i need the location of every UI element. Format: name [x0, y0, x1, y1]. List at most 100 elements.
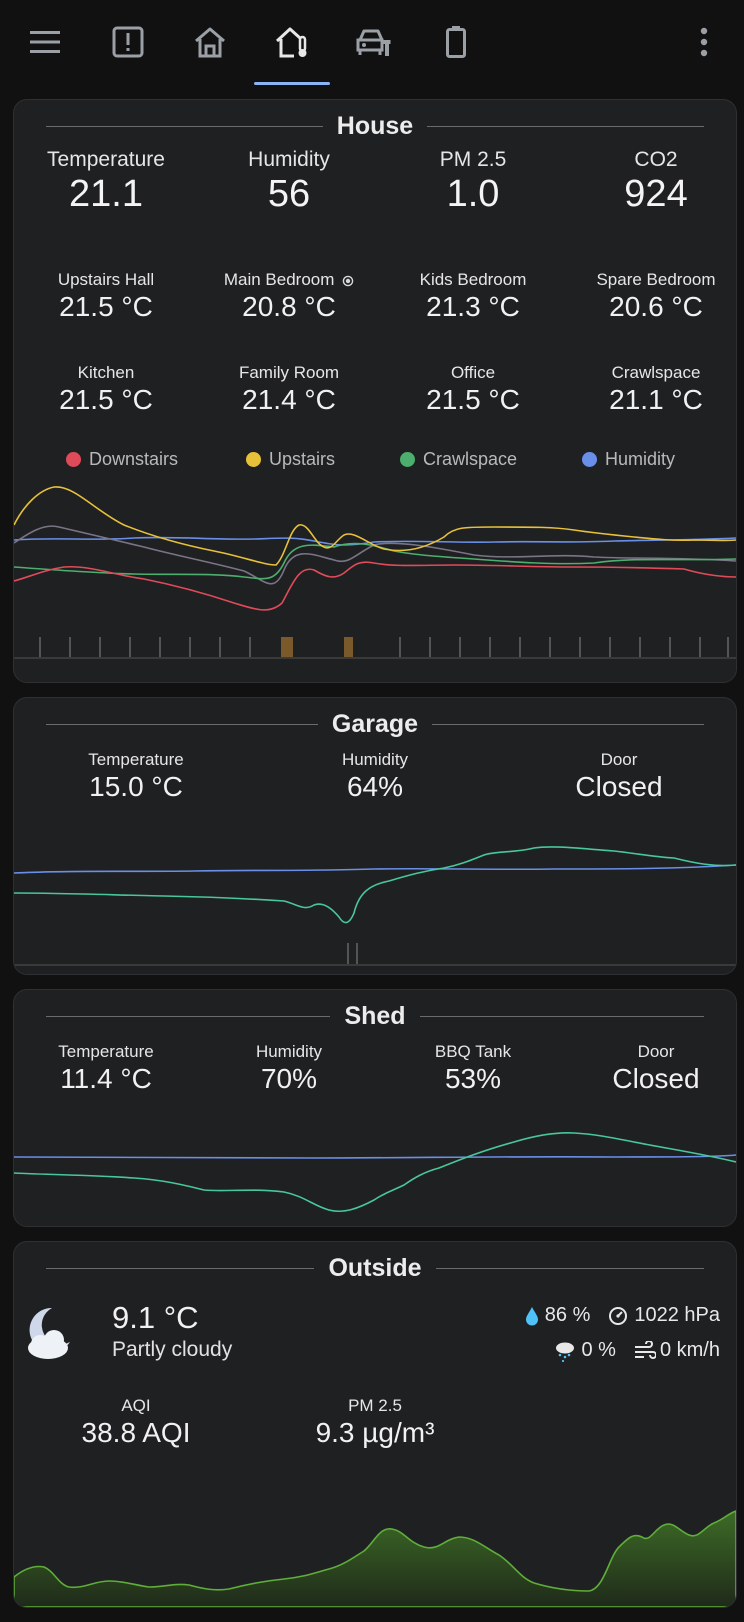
outside-pm25-graph[interactable] [14, 1507, 736, 1607]
weather-attributes-row-1: 86 % 1022 hPa [525, 1304, 720, 1327]
room-temperature: 20.8 °C [242, 291, 336, 322]
legend-label: Humidity [605, 449, 676, 469]
room-temperature: 21.3 °C [426, 291, 520, 322]
menu-icon [30, 31, 60, 53]
room-label: Kids Bedroom [419, 270, 527, 289]
stat-label: CO2 [634, 148, 678, 171]
event-block [344, 637, 353, 659]
garage-history-graph[interactable] [14, 843, 736, 974]
outside-temperature: 9.1 °C [112, 1300, 199, 1335]
stat-value: 70% [260, 1063, 318, 1094]
divider [432, 723, 705, 725]
stat-label: Humidity [341, 750, 409, 769]
garage-door-stat[interactable]: Door Closed [529, 750, 709, 804]
outside-card: Outside 9.1 °C Partly cloudy 86 % 1022 h… [13, 1241, 737, 1608]
tab-alerts[interactable] [100, 16, 156, 68]
room-temperature: 21.5 °C [59, 384, 153, 415]
active-tab-indicator [254, 82, 330, 85]
house-card-header: House [14, 106, 736, 146]
room-temperature: 20.6 °C [609, 291, 703, 322]
shed-card-header: Shed [14, 996, 736, 1036]
tab-home[interactable] [182, 16, 238, 68]
house-card: House Temperature 21.1 Humidity 56 PM 2.… [13, 99, 737, 683]
legend-downstairs[interactable]: Downstairs [66, 449, 178, 470]
room-temperature: 21.1 °C [609, 384, 703, 415]
garage-card-header: Garage [14, 704, 736, 744]
room-label: Kitchen [77, 363, 135, 382]
legend-crawlspace[interactable]: Crawlspace [400, 449, 517, 470]
shed-history-graph[interactable] [14, 1130, 736, 1226]
tab-batteries[interactable] [428, 16, 484, 68]
rain-cloud-icon [555, 1342, 574, 1362]
divider [46, 723, 318, 725]
stat-label: AQI [121, 1396, 151, 1415]
shed-door-stat[interactable]: Door Closed [571, 1042, 736, 1096]
menu-button[interactable] [17, 16, 73, 68]
legend-label: Upstairs [269, 449, 336, 469]
outside-pm25-stat[interactable]: PM 2.5 9.3 µg/m³ [285, 1396, 465, 1450]
room-office[interactable]: Office 21.5 °C [388, 363, 558, 417]
shed-humidity-stat[interactable]: Humidity 70% [204, 1042, 374, 1096]
room-label: Office [450, 363, 496, 382]
wind-value: 0 km/h [659, 1339, 720, 1361]
garage-humidity-stat[interactable]: Humidity 64% [285, 750, 465, 804]
house-temperature-stat[interactable]: Temperature 21.1 [21, 148, 191, 216]
room-family-room[interactable]: Family Room 21.4 °C [204, 363, 374, 417]
legend-dot [66, 452, 81, 467]
stat-value: 38.8 AQI [81, 1417, 191, 1448]
card-title: Outside [328, 1253, 422, 1282]
legend-dot [400, 452, 415, 467]
pm25-area [14, 1510, 736, 1607]
divider [46, 125, 323, 127]
series-upstairs [14, 486, 736, 566]
stat-label: Temperature [47, 148, 165, 171]
gauge-icon [609, 1306, 628, 1325]
garage-temperature-stat[interactable]: Temperature 15.0 °C [46, 750, 226, 804]
house-pm25-stat[interactable]: PM 2.5 1.0 [388, 148, 558, 216]
stat-value: 11.4 °C [60, 1063, 152, 1094]
pressure-value: 1022 hPa [634, 1304, 720, 1326]
divider [427, 125, 704, 127]
house-history-graph[interactable] [14, 485, 736, 682]
card-title: Shed [344, 1001, 406, 1030]
divider [46, 1267, 315, 1269]
room-crawlspace[interactable]: Crawlspace 21.1 °C [571, 363, 736, 417]
room-kids-bedroom[interactable]: Kids Bedroom 21.3 °C [388, 270, 558, 324]
legend-upstairs[interactable]: Upstairs [246, 449, 335, 470]
overflow-menu-button[interactable] [676, 16, 732, 68]
series-crawlspace [14, 542, 736, 580]
house-co2-stat[interactable]: CO2 924 [571, 148, 736, 216]
shed-bbq-tank-stat[interactable]: BBQ Tank 53% [388, 1042, 558, 1096]
shed-temperature-stat[interactable]: Temperature 11.4 °C [21, 1042, 191, 1096]
room-kitchen[interactable]: Kitchen 21.5 °C [21, 363, 191, 417]
tab-climate[interactable] [264, 16, 320, 68]
tab-garage[interactable] [346, 16, 402, 68]
room-upstairs-hall[interactable]: Upstairs Hall 21.5 °C [21, 270, 191, 324]
room-spare-bedroom[interactable]: Spare Bedroom 20.6 °C [571, 270, 736, 324]
event-ticks [39, 637, 729, 657]
stat-label: Door [637, 1042, 675, 1061]
stat-value: 924 [624, 173, 688, 215]
series-temperature [14, 846, 736, 924]
stat-label: Humidity [255, 1042, 323, 1061]
house-humidity-stat[interactable]: Humidity 56 [204, 148, 374, 216]
series-downstairs [14, 561, 736, 611]
outside-card-header: Outside [14, 1248, 736, 1288]
battery-icon [446, 26, 466, 58]
partly-cloudy-icon [28, 1307, 70, 1359]
room-label: Main Bedroom [223, 270, 335, 289]
radio-indicator-icon [342, 275, 354, 286]
series-humidity [14, 864, 736, 874]
stat-value: 21.1 [69, 173, 143, 215]
outside-aqi-stat[interactable]: AQI 38.8 AQI [46, 1396, 226, 1450]
shed-card: Shed Temperature 11.4 °C Humidity 70% BB… [13, 989, 737, 1227]
humidity-value: 86 % [544, 1304, 591, 1326]
room-main-bedroom[interactable]: Main Bedroom 20.8 °C [204, 270, 374, 324]
card-title: House [336, 111, 414, 140]
room-temperature: 21.5 °C [426, 384, 520, 415]
divider [419, 1015, 704, 1017]
legend-humidity[interactable]: Humidity [582, 449, 675, 470]
stat-label: Temperature [88, 750, 184, 769]
stat-label: PM 2.5 [439, 148, 507, 171]
room-label: Spare Bedroom [596, 270, 716, 289]
